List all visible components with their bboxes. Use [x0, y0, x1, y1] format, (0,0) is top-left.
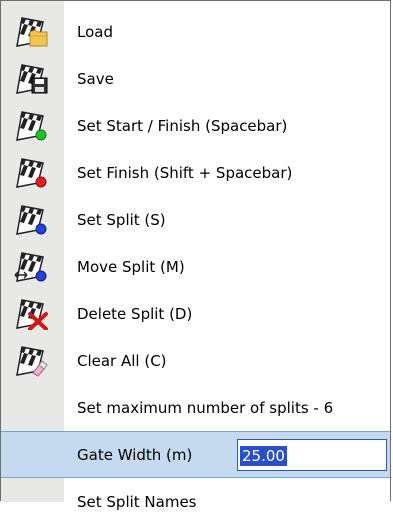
menu-item-label: Set Split Names — [77, 492, 197, 511]
finish-flag-icon — [1, 149, 64, 196]
menu-item-label: Move Split (M) — [77, 257, 185, 276]
menu-item-label: Load — [77, 22, 113, 41]
menu-item-label: Set Start / Finish (Spacebar) — [77, 116, 288, 135]
delete-split-flag-icon — [1, 290, 64, 337]
menu-item-load[interactable]: Load — [1, 8, 390, 55]
gate-width-value: 25.00 — [240, 446, 287, 466]
menu-item-move-split[interactable]: Move Split (M) — [1, 243, 390, 290]
menu-item-label: Set maximum number of splits - 6 — [77, 398, 334, 417]
menu-item-set-split-names[interactable]: Set Split Names — [1, 478, 390, 525]
menu-item-gate-width[interactable]: Gate Width (m) 25.00 — [1, 431, 390, 478]
gate-width-input[interactable]: 25.00 — [237, 439, 387, 471]
menu-item-label: Delete Split (D) — [77, 304, 193, 323]
clear-all-flag-icon — [1, 337, 64, 384]
menu-item-clear-all[interactable]: Clear All (C) — [1, 337, 390, 384]
menu-item-label: Clear All (C) — [77, 351, 167, 370]
menu-item-delete-split[interactable]: Delete Split (D) — [1, 290, 390, 337]
load-folder-icon — [1, 8, 64, 55]
menu-item-save[interactable]: Save — [1, 55, 390, 102]
menu-item-label: Set Finish (Shift + Spacebar) — [77, 163, 293, 182]
menu-item-max-splits[interactable]: Set maximum number of splits - 6 — [1, 384, 390, 431]
context-menu: Load Save Set Start / Finish (Spacebar) — [0, 0, 391, 511]
menu-item-set-finish[interactable]: Set Finish (Shift + Spacebar) — [1, 149, 390, 196]
menu-item-set-split[interactable]: Set Split (S) — [1, 196, 390, 243]
start-finish-flag-icon — [1, 102, 64, 149]
move-split-flag-icon — [1, 243, 64, 290]
menu-item-label: Save — [77, 69, 114, 88]
menu-item-label: Gate Width (m) — [77, 445, 193, 464]
menu-item-label: Set Split (S) — [77, 210, 166, 229]
split-flag-icon — [1, 196, 64, 243]
save-disk-icon — [1, 55, 64, 102]
menu-item-set-start-finish[interactable]: Set Start / Finish (Spacebar) — [1, 102, 390, 149]
